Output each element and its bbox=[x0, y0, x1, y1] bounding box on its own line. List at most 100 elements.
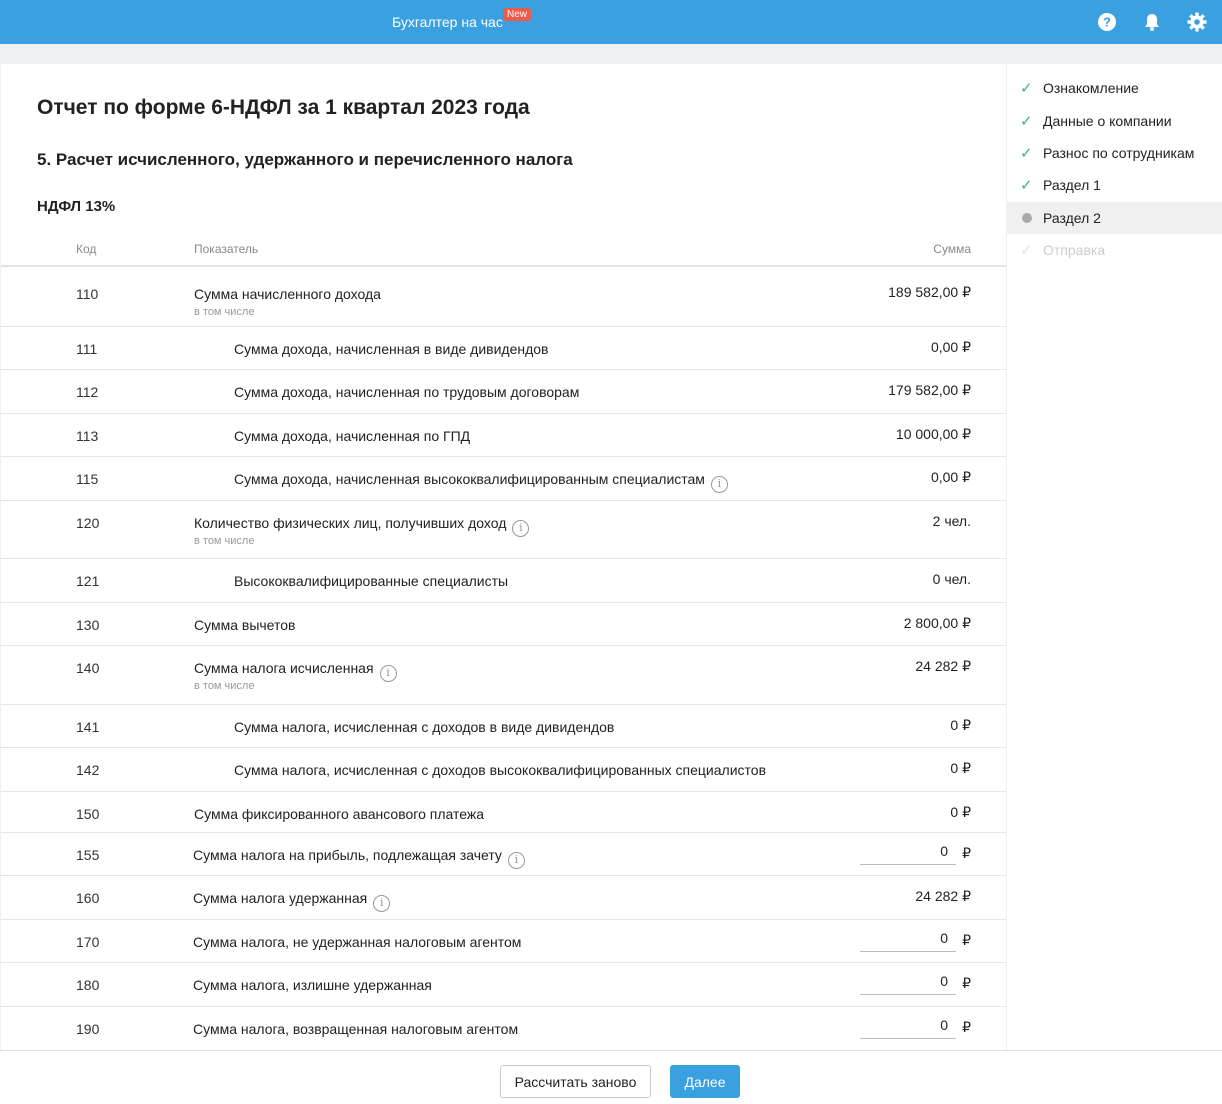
row-value: 24 282 ₽ bbox=[915, 888, 971, 904]
row-name: Сумма налога, излишне удержанная bbox=[193, 977, 432, 993]
row-code: 120 bbox=[76, 515, 100, 531]
table-row: 115 Сумма дохода, начисленная высококвал… bbox=[1, 457, 1006, 501]
bell-icon[interactable] bbox=[1142, 12, 1162, 32]
row-name-wrap: Сумма налога на прибыль, подлежащая заче… bbox=[193, 847, 525, 869]
step-submission: ✓ Отправка bbox=[1007, 234, 1222, 266]
row-value: 0,00 ₽ bbox=[930, 339, 971, 355]
row-value: 2 чел. bbox=[932, 513, 971, 529]
step-section-1[interactable]: ✓ Раздел 1 bbox=[1007, 169, 1222, 201]
table-row: 110 Сумма начисленного дохода в том числ… bbox=[1, 268, 1006, 327]
row-subtitle: в том числе bbox=[194, 306, 255, 318]
step-section-2[interactable]: Раздел 2 bbox=[1007, 202, 1222, 234]
step-label: Данные о компании bbox=[1043, 113, 1172, 129]
row-value: 2 800,00 ₽ bbox=[903, 615, 971, 631]
info-icon[interactable]: i bbox=[512, 520, 530, 537]
check-icon: ✓ bbox=[1020, 80, 1033, 97]
row-subtitle: в том числе bbox=[194, 535, 255, 547]
info-icon[interactable]: i bbox=[710, 476, 728, 493]
column-header-sum: Сумма bbox=[933, 242, 971, 256]
steps-sidebar: ✓ Ознакомление ✓ Данные о компании ✓ Раз… bbox=[1007, 64, 1222, 1050]
table-row: 113 Сумма дохода, начисленная по ГПД 10 … bbox=[1, 414, 1006, 457]
table-row: 142 Сумма налога, исчисленная с доходов … bbox=[1, 748, 1006, 792]
row-name: Сумма фиксированного авансового платежа bbox=[194, 806, 485, 822]
row-code: 140 bbox=[76, 660, 100, 676]
row-code: 170 bbox=[76, 934, 100, 950]
currency-label: ₽ bbox=[962, 975, 971, 991]
row-code: 180 bbox=[76, 977, 100, 993]
check-icon: ✓ bbox=[1020, 113, 1033, 130]
row-name: Сумма налога, возвращенная налоговым аге… bbox=[193, 1021, 519, 1037]
table-row: 150 Сумма фиксированного авансового плат… bbox=[1, 792, 1006, 833]
row-code: 110 bbox=[76, 286, 99, 302]
row-value: 0 ₽ bbox=[950, 804, 971, 820]
column-header-code: Код bbox=[76, 242, 97, 256]
app-title[interactable]: Бухгалтер на час bbox=[392, 14, 503, 30]
check-icon: ✓ bbox=[1020, 145, 1033, 162]
step-employees[interactable]: ✓ Разнос по сотрудникам bbox=[1007, 137, 1222, 169]
step-label: Отправка bbox=[1043, 242, 1106, 258]
row-value: 10 000,00 ₽ bbox=[895, 426, 971, 442]
next-button[interactable]: Далее bbox=[670, 1065, 740, 1098]
row-value: 0 чел. bbox=[932, 571, 971, 587]
table-row: 160 Сумма налога удержанная i 24 282 ₽ bbox=[1, 876, 1006, 920]
step-introduction[interactable]: ✓ Ознакомление bbox=[1007, 72, 1222, 104]
row-code: 142 bbox=[76, 762, 100, 778]
gear-icon[interactable] bbox=[1187, 12, 1207, 32]
row-name: Количество физических лиц, получивших до… bbox=[194, 515, 507, 531]
row-name-wrap: Сумма налога исчисленная i bbox=[194, 660, 397, 682]
row-name-wrap: Сумма налога удержанная i bbox=[193, 890, 391, 912]
table-row: 140 Сумма налога исчисленная i в том числ… bbox=[1, 646, 1006, 705]
page-title: Отчет по форме 6-НДФЛ за 1 квартал 2023 … bbox=[37, 96, 530, 119]
row-code: 160 bbox=[76, 890, 100, 906]
row-name: Сумма дохода, начисленная в виде дивиден… bbox=[234, 341, 549, 357]
table-row: 112 Сумма дохода, начисленная по трудовы… bbox=[1, 370, 1006, 414]
row-name: Сумма дохода, начисленная по ГПД bbox=[234, 428, 471, 444]
section-title: 5. Расчет исчисленного, удержанного и пе… bbox=[37, 150, 573, 169]
row-name: Сумма налога, не удержанная налоговым аг… bbox=[193, 934, 522, 950]
row-code: 112 bbox=[76, 384, 99, 400]
svg-text:?: ? bbox=[1103, 15, 1111, 30]
check-icon: ✓ bbox=[1020, 242, 1033, 259]
amount-input[interactable]: 0 bbox=[860, 843, 956, 865]
row-name: Сумма вычетов bbox=[194, 617, 296, 633]
row-name-wrap: Сумма дохода, начисленная высококвалифиц… bbox=[234, 471, 728, 493]
row-code: 115 bbox=[76, 471, 99, 487]
row-name: Сумма налога, исчисленная с доходов в ви… bbox=[234, 719, 615, 735]
footer-bar: Рассчитать заново Далее bbox=[0, 1050, 1222, 1104]
row-name: Сумма налога на прибыль, подлежащая заче… bbox=[193, 847, 502, 863]
help-icon[interactable]: ? bbox=[1097, 12, 1117, 32]
row-code: 150 bbox=[76, 806, 100, 822]
table-row: 190 Сумма налога, возвращенная налоговым… bbox=[1, 1007, 1006, 1050]
amount-input[interactable]: 0 bbox=[860, 1017, 956, 1039]
info-icon[interactable]: i bbox=[507, 852, 525, 869]
step-company-data[interactable]: ✓ Данные о компании bbox=[1007, 105, 1222, 137]
table-row: 155 Сумма налога на прибыль, подлежащая … bbox=[1, 833, 1006, 876]
currency-label: ₽ bbox=[962, 932, 971, 948]
row-subtitle: в том числе bbox=[194, 680, 255, 692]
row-name: Сумма дохода, начисленная высококвалифиц… bbox=[234, 471, 705, 487]
table-row: 141 Сумма налога, исчисленная с доходов … bbox=[1, 705, 1006, 748]
table-row: 130 Сумма вычетов 2 800,00 ₽ bbox=[1, 603, 1006, 646]
table-header: Код Показатель Сумма bbox=[1, 232, 1006, 267]
check-icon: ✓ bbox=[1020, 177, 1033, 194]
table-row: 120 Количество физических лиц, получивши… bbox=[1, 501, 1006, 559]
row-code: 190 bbox=[76, 1021, 100, 1037]
row-name: Сумма дохода, начисленная по трудовым до… bbox=[234, 384, 580, 400]
row-name: Сумма налога исчисленная bbox=[194, 660, 374, 676]
row-value: 24 282 ₽ bbox=[915, 658, 971, 674]
row-code: 130 bbox=[76, 617, 100, 633]
step-label: Раздел 1 bbox=[1043, 177, 1101, 193]
info-icon[interactable]: i bbox=[373, 895, 391, 912]
row-value: 189 582,00 ₽ bbox=[888, 284, 971, 300]
info-icon[interactable]: i bbox=[379, 665, 397, 682]
table-row: 180 Сумма налога, излишне удержанная 0 ₽ bbox=[1, 963, 1006, 1007]
amount-input[interactable]: 0 bbox=[860, 973, 956, 995]
row-code: 155 bbox=[76, 847, 100, 863]
subsection-title: НДФЛ 13% bbox=[37, 198, 116, 215]
table-row: 111 Сумма дохода, начисленная в виде див… bbox=[1, 327, 1006, 370]
amount-input[interactable]: 0 bbox=[860, 930, 956, 952]
row-value: 0,00 ₽ bbox=[930, 469, 971, 485]
row-value: 179 582,00 ₽ bbox=[888, 382, 971, 398]
recalculate-button[interactable]: Рассчитать заново bbox=[500, 1065, 651, 1098]
row-value: 0 ₽ bbox=[950, 760, 971, 776]
